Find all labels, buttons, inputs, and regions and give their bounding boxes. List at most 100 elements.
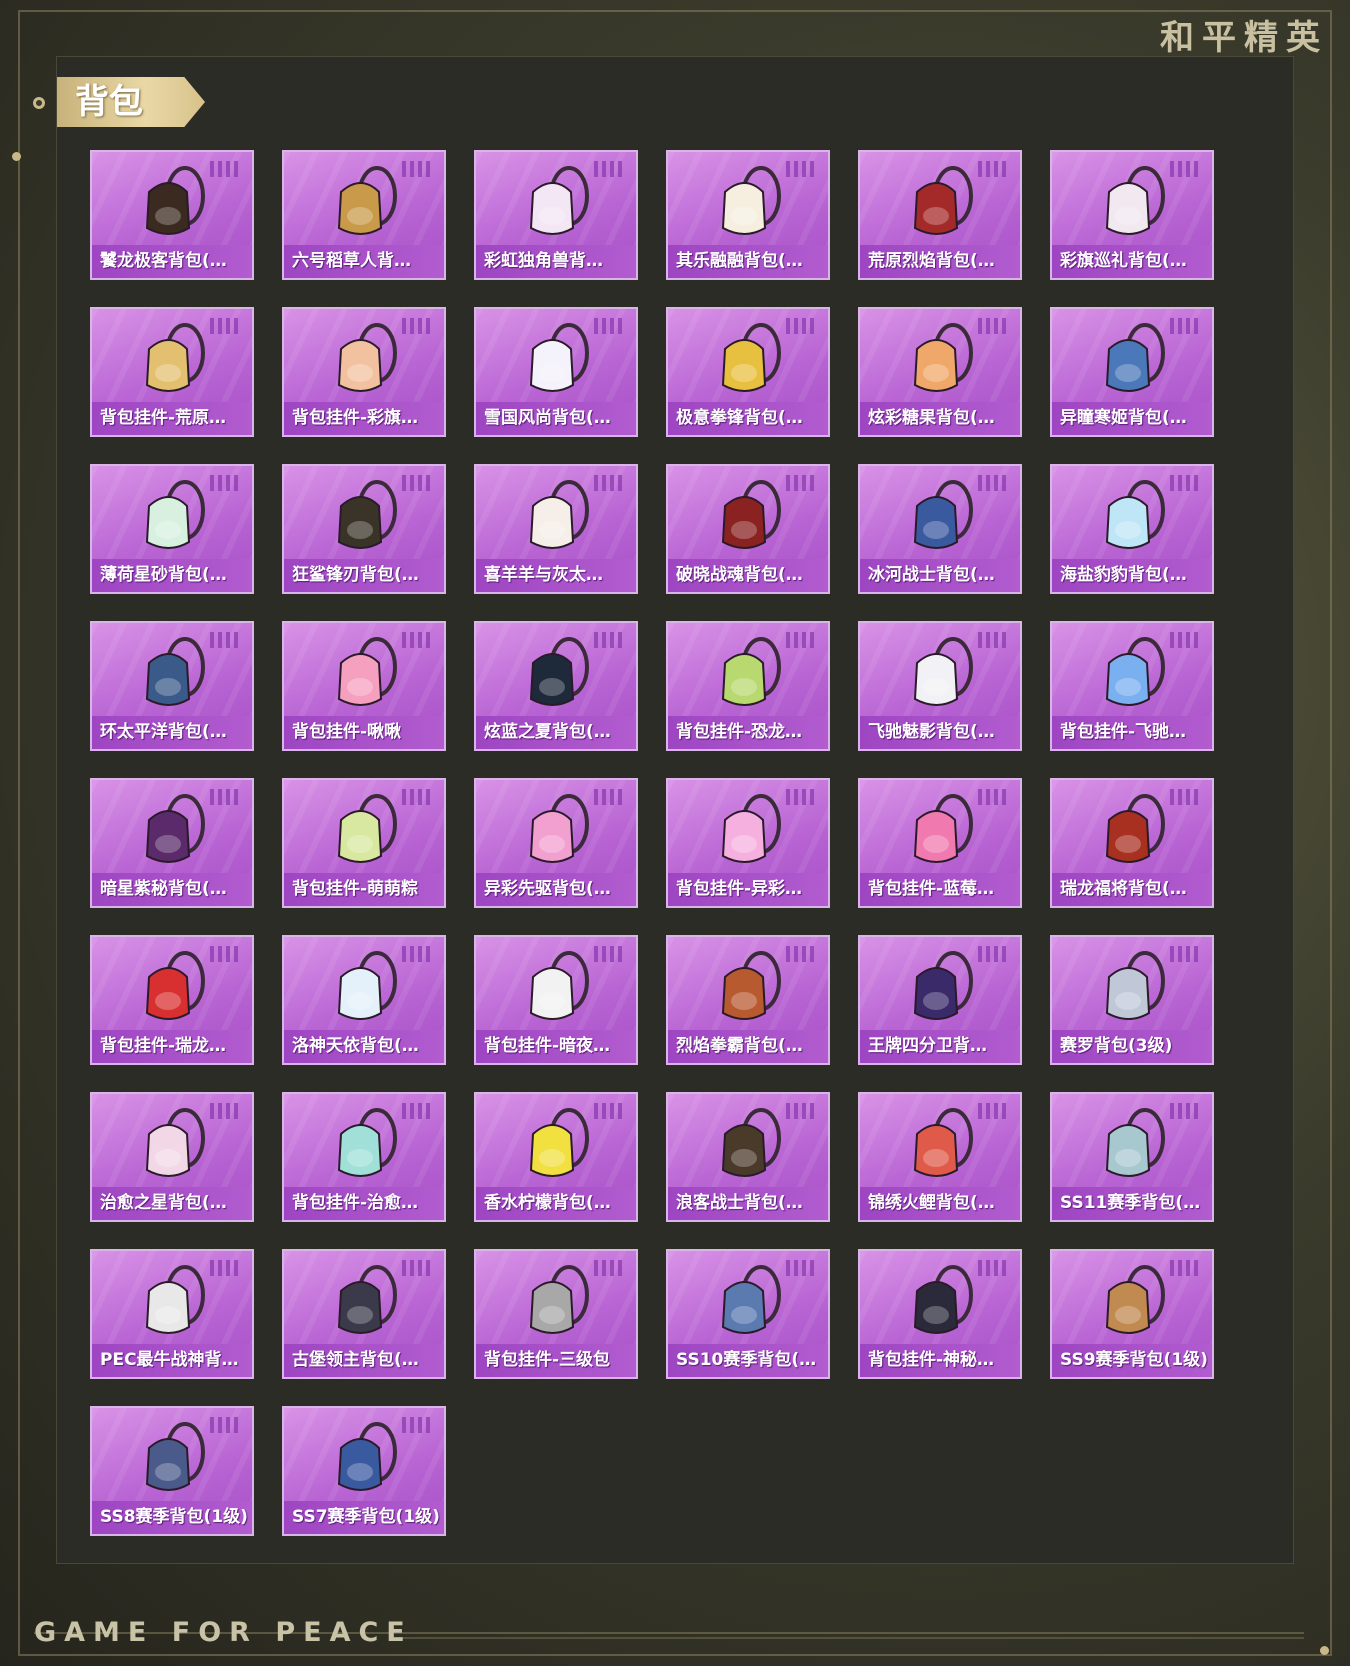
item-name: 环太平洋背包(… — [92, 716, 252, 749]
item-card[interactable]: 瑞龙福将背包(… — [1050, 778, 1214, 908]
item-card[interactable]: 背包挂件-萌萌粽 — [282, 778, 446, 908]
item-card[interactable]: 背包挂件-蓝莓… — [858, 778, 1022, 908]
item-card[interactable]: 薄荷星砂背包(… — [90, 464, 254, 594]
item-card[interactable]: 荒原烈焰背包(… — [858, 150, 1022, 280]
item-name: 背包挂件-暗夜… — [476, 1030, 636, 1063]
item-card[interactable]: 背包挂件-荒原… — [90, 307, 254, 437]
item-name: 炫彩糖果背包(… — [860, 402, 1020, 435]
ss8-backpack-icon — [145, 1422, 205, 1491]
item-name: 异彩先驱背包(… — [476, 873, 636, 906]
item-card[interactable]: 王牌四分卫背… — [858, 935, 1022, 1065]
item-card[interactable]: 背包挂件-飞驰… — [1050, 621, 1214, 751]
sheep-backpack-icon — [529, 480, 589, 549]
item-name: 薄荷星砂背包(… — [92, 559, 252, 592]
item-card[interactable]: 洛神天依背包(… — [282, 935, 446, 1065]
item-card[interactable]: 海盐豹豹背包(… — [1050, 464, 1214, 594]
castle-backpack-icon — [337, 1265, 397, 1334]
item-name: 六号稻草人背… — [284, 245, 444, 278]
ronin-backpack-icon — [721, 1108, 781, 1177]
item-card[interactable]: SS10赛季背包(… — [666, 1249, 830, 1379]
item-name: 赛罗背包(3级) — [1052, 1030, 1212, 1063]
item-name: 其乐融融背包(… — [668, 245, 828, 278]
charm-icon — [145, 323, 205, 392]
item-card[interactable]: 香水柠檬背包(… — [474, 1092, 638, 1222]
item-card[interactable]: 破晓战魂背包(… — [666, 464, 830, 594]
item-card[interactable]: 狂鲨锋刃背包(… — [282, 464, 446, 594]
dark-star-backpack-icon — [145, 794, 205, 863]
item-card[interactable]: 环太平洋背包(… — [90, 621, 254, 751]
item-name: 背包挂件-神秘… — [860, 1344, 1020, 1377]
flame-backpack-icon — [913, 166, 973, 235]
brand-logo-text: 和平精英 — [1160, 18, 1328, 58]
item-card[interactable]: 异彩先驱背包(… — [474, 778, 638, 908]
item-name: 喜羊羊与灰太… — [476, 559, 636, 592]
item-card[interactable]: 其乐融融背包(… — [666, 150, 830, 280]
item-card[interactable]: 冰河战士背包(… — [858, 464, 1022, 594]
item-card[interactable]: 背包挂件-神秘… — [858, 1249, 1022, 1379]
level3-charm-icon — [529, 1265, 589, 1334]
item-card[interactable]: PEC最牛战神背… — [90, 1249, 254, 1379]
quarterback-backpack-icon — [913, 951, 973, 1020]
item-card[interactable]: 背包挂件-啾啾 — [282, 621, 446, 751]
lemon-backpack-icon — [529, 1108, 589, 1177]
item-name: 背包挂件-彩旗… — [284, 402, 444, 435]
item-card[interactable]: 背包挂件-三级包 — [474, 1249, 638, 1379]
title-dot-icon — [33, 97, 45, 109]
item-card[interactable]: 彩旗巡礼背包(… — [1050, 150, 1214, 280]
seal-backpack-icon — [1105, 480, 1165, 549]
glacier-backpack-icon — [913, 480, 973, 549]
item-card[interactable]: 背包挂件-治愈… — [282, 1092, 446, 1222]
item-name: SS11赛季背包(… — [1052, 1187, 1212, 1220]
bunny-backpack-icon — [721, 166, 781, 235]
item-card[interactable]: 暗星紫秘背包(… — [90, 778, 254, 908]
item-name: 洛神天依背包(… — [284, 1030, 444, 1063]
item-card[interactable]: SS9赛季背包(1级) — [1050, 1249, 1214, 1379]
item-card[interactable]: 极意拳锋背包(… — [666, 307, 830, 437]
item-name: 背包挂件-瑞龙… — [92, 1030, 252, 1063]
item-card[interactable]: 浪客战士背包(… — [666, 1092, 830, 1222]
item-card[interactable]: 喜羊羊与灰太… — [474, 464, 638, 594]
item-card[interactable]: 背包挂件-恐龙… — [666, 621, 830, 751]
ss10-backpack-icon — [721, 1265, 781, 1334]
dragon-backpack-icon — [145, 166, 205, 235]
frame-dot — [1320, 1646, 1329, 1655]
item-card[interactable]: SS7赛季背包(1级) — [282, 1406, 446, 1536]
item-card[interactable]: 赛罗背包(3级) — [1050, 935, 1214, 1065]
skate-charm-icon — [721, 794, 781, 863]
scarecrow-backpack-icon — [337, 166, 397, 235]
item-card[interactable]: 背包挂件-异彩… — [666, 778, 830, 908]
item-card[interactable]: 背包挂件-暗夜… — [474, 935, 638, 1065]
item-card[interactable]: 古堡领主背包(… — [282, 1249, 446, 1379]
koi-backpack-icon — [913, 1108, 973, 1177]
pioneer-backpack-icon — [529, 794, 589, 863]
item-card[interactable]: SS11赛季背包(… — [1050, 1092, 1214, 1222]
section-title: 背包 — [57, 77, 205, 127]
dino-egg-charm-icon — [721, 637, 781, 706]
item-card[interactable]: 雪国风尚背包(… — [474, 307, 638, 437]
item-card[interactable]: 彩虹独角兽背… — [474, 150, 638, 280]
unicorn-backpack-icon — [529, 166, 589, 235]
item-card[interactable]: 炫蓝之夏背包(… — [474, 621, 638, 751]
wing-charm-icon — [1105, 637, 1165, 706]
item-card[interactable]: 饕龙极客背包(… — [90, 150, 254, 280]
item-card[interactable]: SS8赛季背包(1级) — [90, 1406, 254, 1536]
item-card[interactable]: 背包挂件-瑞龙… — [90, 935, 254, 1065]
item-card[interactable]: 背包挂件-彩旗… — [282, 307, 446, 437]
item-card[interactable]: 异瞳寒姬背包(… — [1050, 307, 1214, 437]
item-name: SS8赛季背包(1级) — [92, 1501, 252, 1534]
item-name: 背包挂件-三级包 — [476, 1344, 636, 1377]
bottle-charm-icon — [337, 1108, 397, 1177]
blue-summer-backpack-icon — [529, 637, 589, 706]
item-name: 古堡领主背包(… — [284, 1344, 444, 1377]
item-card[interactable]: 飞驰魅影背包(… — [858, 621, 1022, 751]
item-name: 背包挂件-蓝莓… — [860, 873, 1020, 906]
item-name: 锦绣火鲤背包(… — [860, 1187, 1020, 1220]
item-card[interactable]: 烈焰拳霸背包(… — [666, 935, 830, 1065]
item-card[interactable]: 炫彩糖果背包(… — [858, 307, 1022, 437]
item-name: 烈焰拳霸背包(… — [668, 1030, 828, 1063]
item-card[interactable]: 六号稻草人背… — [282, 150, 446, 280]
item-card[interactable]: 治愈之星背包(… — [90, 1092, 254, 1222]
item-card[interactable]: 锦绣火鲤背包(… — [858, 1092, 1022, 1222]
item-name: 彩旗巡礼背包(… — [1052, 245, 1212, 278]
item-name: 背包挂件-异彩… — [668, 873, 828, 906]
